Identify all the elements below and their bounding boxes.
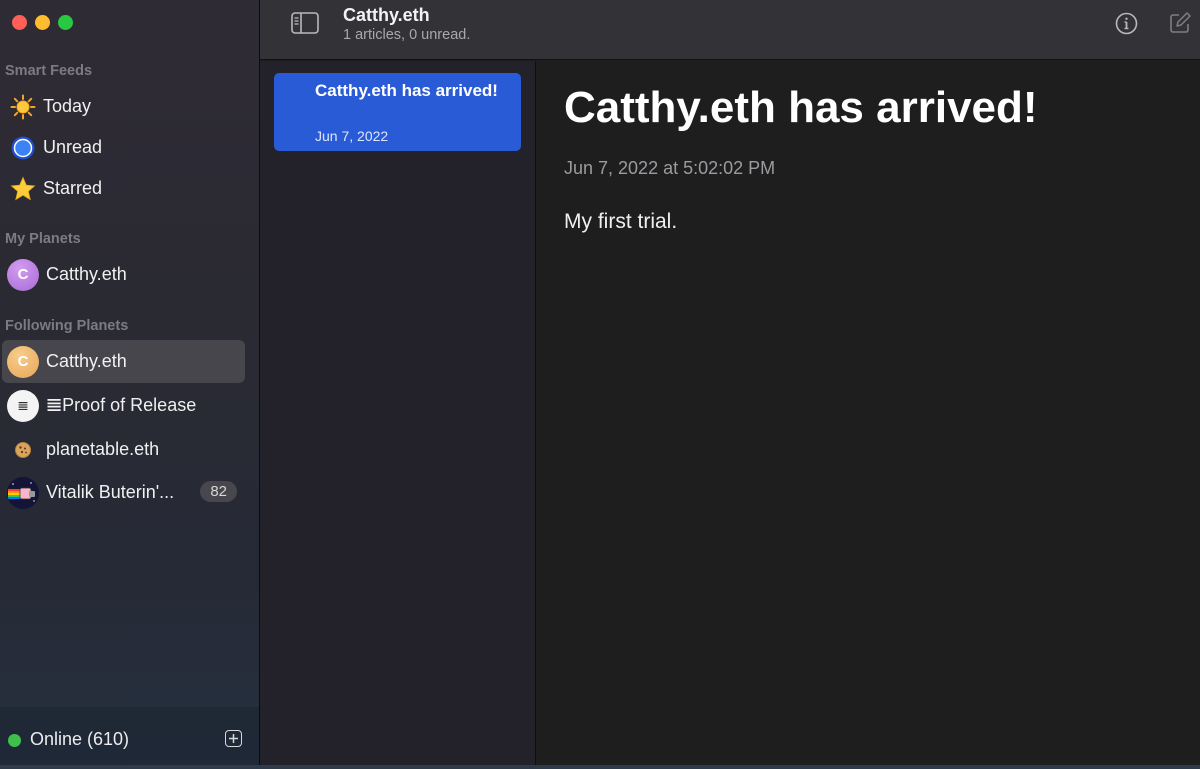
plus-icon bbox=[229, 734, 238, 743]
sidebar-item-vitalik[interactable]: Vitalik Buterin'... 82 bbox=[2, 471, 245, 514]
following-planets-heading: Following Planets bbox=[5, 318, 129, 334]
sidebar-item-today[interactable]: Today bbox=[2, 85, 245, 128]
cookie-avatar bbox=[7, 434, 39, 466]
sidebar-item-my-planet-catthy[interactable]: C Catthy.eth bbox=[2, 253, 245, 296]
sidebar-item-planetable[interactable]: planetable.eth bbox=[2, 428, 245, 471]
nyan-avatar bbox=[7, 476, 39, 509]
sidebar-item-label: Today bbox=[43, 96, 92, 116]
online-status-icon bbox=[8, 734, 21, 747]
article-date: Jun 7, 2022 at 5:02:02 PM bbox=[564, 158, 776, 178]
sidebar-footer: Online (610) bbox=[0, 707, 259, 769]
sidebar-item-label: Unread bbox=[43, 137, 103, 157]
sidebar-item-label: Catthy.eth bbox=[46, 264, 127, 284]
avatar-wrapper bbox=[6, 433, 40, 467]
sidebar: Smart Feeds Today Unread Starred My Plan… bbox=[0, 0, 260, 769]
sidebar-item-unread[interactable]: Unread bbox=[2, 126, 245, 169]
compose-icon[interactable] bbox=[1169, 12, 1191, 39]
article-reader: Catthy.eth has arrived! Jun 7, 2022 at 5… bbox=[537, 61, 1200, 769]
my-planets-heading: My Planets bbox=[5, 231, 81, 247]
article-list-item-title: Catthy.eth has arrived! bbox=[315, 81, 498, 100]
zoom-window-button[interactable] bbox=[58, 15, 73, 30]
sidebar-item-label: Vitalik Buterin'... bbox=[46, 482, 175, 502]
sidebar-item-proof-of-release[interactable]: 𝌆 𝌆Proof of Release bbox=[2, 384, 245, 427]
bottom-edge bbox=[0, 765, 1200, 769]
toolbar: Catthy.eth 1 articles, 0 unread. bbox=[260, 0, 1200, 60]
sidebar-item-starred[interactable]: Starred bbox=[2, 167, 245, 210]
blue-circle-icon bbox=[6, 131, 40, 165]
avatar-wrapper: 𝌆 bbox=[6, 389, 40, 423]
window-controls bbox=[12, 15, 73, 30]
avatar: C bbox=[7, 345, 39, 378]
smart-feeds-heading: Smart Feeds bbox=[5, 63, 93, 79]
avatar-wrapper: C bbox=[6, 345, 40, 379]
sidebar-toggle-icon[interactable] bbox=[291, 12, 319, 39]
add-planet-button[interactable] bbox=[225, 730, 242, 747]
sidebar-item-label: 𝌆Proof of Release bbox=[46, 395, 197, 415]
avatar: 𝌆 bbox=[7, 389, 39, 422]
sidebar-item-label: Starred bbox=[43, 178, 103, 198]
info-icon[interactable] bbox=[1115, 12, 1138, 40]
sidebar-item-label: planetable.eth bbox=[46, 439, 160, 459]
minimize-window-button[interactable] bbox=[35, 15, 50, 30]
online-status-label: Online (610) bbox=[30, 729, 130, 749]
sun-icon bbox=[6, 90, 40, 124]
avatar-wrapper: C bbox=[6, 258, 40, 292]
planet-subtitle: 1 articles, 0 unread. bbox=[343, 27, 471, 43]
unread-count-badge: 82 bbox=[200, 481, 237, 502]
planet-title: Catthy.eth bbox=[343, 5, 430, 25]
article-list-item-date: Jun 7, 2022 bbox=[315, 128, 389, 144]
sidebar-item-following-catthy[interactable]: C Catthy.eth bbox=[2, 340, 245, 383]
article-list-item[interactable]: Catthy.eth has arrived! Jun 7, 2022 bbox=[274, 73, 521, 151]
app-window: Smart Feeds Today Unread Starred My Plan… bbox=[0, 0, 1200, 769]
article-body: My first trial. bbox=[564, 210, 678, 233]
avatar: C bbox=[7, 258, 39, 291]
main-area: Catthy.eth 1 articles, 0 unread. Catthy.… bbox=[260, 0, 1200, 769]
sidebar-item-label: Catthy.eth bbox=[46, 351, 127, 371]
avatar-wrapper bbox=[6, 476, 40, 510]
close-window-button[interactable] bbox=[12, 15, 27, 30]
article-title: Catthy.eth has arrived! bbox=[564, 83, 1038, 132]
star-icon bbox=[6, 172, 40, 206]
article-list: Catthy.eth has arrived! Jun 7, 2022 bbox=[260, 61, 536, 769]
